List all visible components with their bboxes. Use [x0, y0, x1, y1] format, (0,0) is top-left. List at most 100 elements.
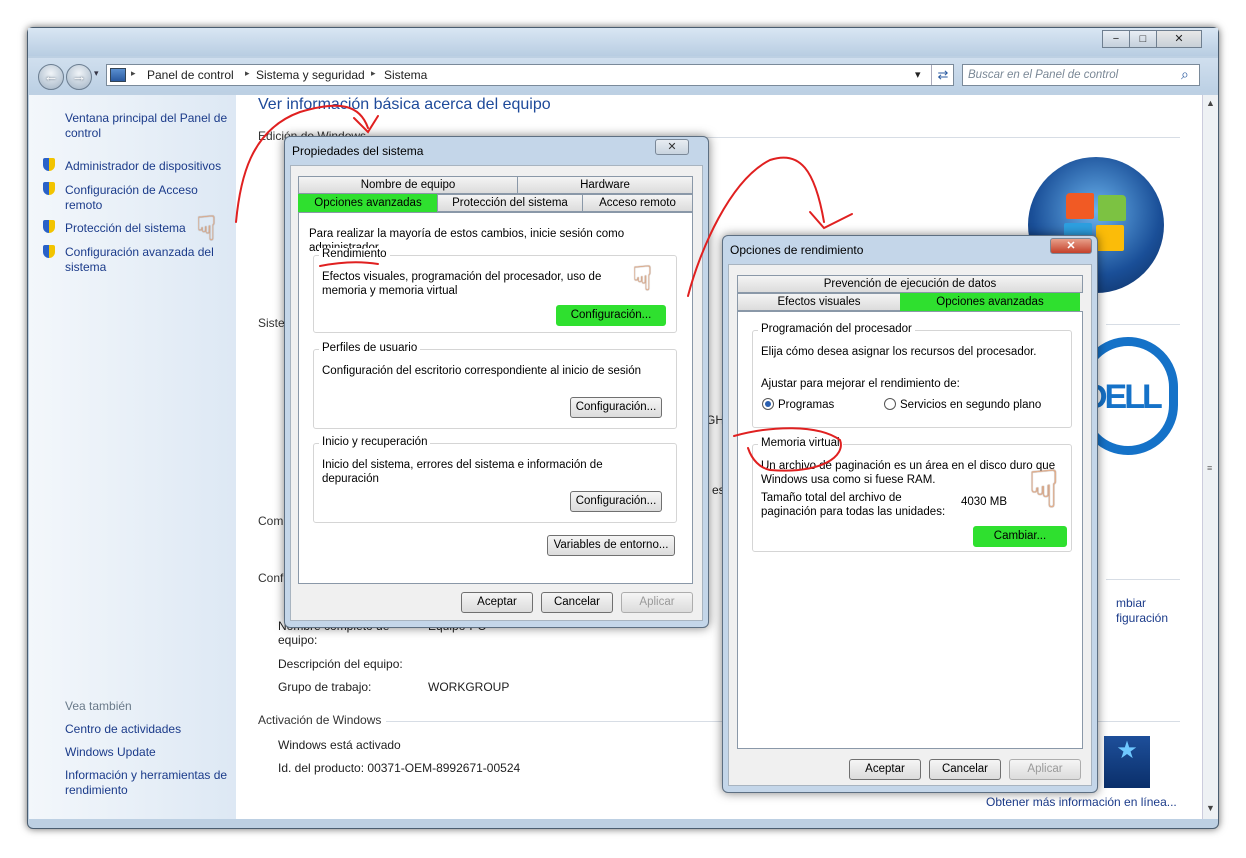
shield-icon — [43, 158, 55, 171]
processor-scheduling-description: Elija cómo desea asignar los recursos de… — [761, 346, 1037, 358]
section-system-partial: Siste — [258, 316, 285, 330]
see-also-action-center[interactable]: Centro de actividades — [65, 722, 235, 737]
pointing-hand-icon: ☟ — [1028, 461, 1060, 519]
tab-opciones-avanzadas[interactable]: Opciones avanzadas — [900, 293, 1080, 311]
divider — [1106, 324, 1180, 325]
environment-variables-button[interactable]: Variables de entorno... — [547, 535, 675, 556]
see-also-performance-tools[interactable]: Información y herramientas de rendimient… — [65, 768, 235, 798]
tab-hardware[interactable]: Hardware — [517, 176, 693, 194]
forward-icon[interactable]: → — [66, 64, 92, 90]
change-button[interactable]: Cambiar... — [973, 526, 1067, 547]
tab-proteccion-del-sistema[interactable]: Protección del sistema — [437, 194, 583, 212]
tab-efectos-visuales[interactable]: Efectos visuales — [737, 293, 901, 311]
background-services-radio[interactable] — [884, 398, 896, 410]
navigation-bar: ← → ▾ ▸ Panel de control ▸ Sistema y seg… — [28, 58, 1218, 92]
change-settings-link-partial-2[interactable]: figuración — [1116, 611, 1168, 626]
paging-total-value: 4030 MB — [961, 496, 1008, 508]
startup-recovery-group: Inicio y recuperación Inicio del sistema… — [313, 436, 677, 523]
section-computer-partial: Com — [258, 514, 284, 528]
performance-group: Rendimiento Efectos visuales, programaci… — [313, 248, 677, 333]
programs-radio[interactable] — [762, 398, 774, 410]
change-settings-link-partial[interactable]: mbiar — [1116, 596, 1146, 611]
tab-nombre-de-equipo[interactable]: Nombre de equipo — [298, 176, 518, 194]
dialog-body: Nombre de equipo Hardware Opciones avanz… — [290, 165, 703, 621]
performance-description: Efectos visuales, programación del proce… — [322, 271, 602, 297]
background-services-radio-label[interactable]: Servicios en segundo plano — [900, 398, 1041, 412]
breadcrumb-arrow-icon: ▸ — [245, 68, 250, 78]
section-activation: Activación de Windows — [258, 713, 382, 727]
performance-heading: Rendimiento — [319, 248, 390, 260]
address-dropdown-icon[interactable]: ▾ — [915, 68, 921, 81]
minimize-button[interactable]: − — [1102, 30, 1130, 48]
divider — [1106, 579, 1180, 580]
virtual-memory-group: Memoria virtual Un archivo de paginación… — [752, 437, 1072, 552]
back-icon[interactable]: ← — [38, 64, 64, 90]
shield-icon — [43, 182, 55, 195]
workgroup-label: Grupo de trabajo: — [278, 680, 372, 694]
dialog-body: Prevención de ejecución de datos Efectos… — [728, 264, 1092, 786]
startup-recovery-heading: Inicio y recuperación — [319, 436, 431, 448]
see-also-windows-update[interactable]: Windows Update — [65, 745, 235, 760]
search-icon[interactable]: ⌕ — [1181, 66, 1189, 83]
apply-button[interactable]: Aplicar — [1009, 759, 1081, 780]
processor-scheduling-group: Programación del procesador Elija cómo d… — [752, 323, 1072, 428]
product-id: Id. del producto: 00371-OEM-8992671-0052… — [278, 761, 521, 775]
breadcrumb-arrow-icon: ▸ — [371, 68, 376, 78]
sidebar-item-device-manager[interactable]: Administrador de dispositivos — [65, 159, 235, 174]
page-title: Ver información básica acerca del equipo — [258, 96, 551, 113]
activation-status: Windows está activado — [278, 738, 401, 752]
user-profiles-heading: Perfiles de usuario — [319, 342, 421, 354]
more-info-link[interactable]: Obtener más información en línea... — [986, 795, 1177, 810]
recent-pages-icon[interactable]: ▾ — [94, 68, 99, 79]
pointing-hand-icon: ☟ — [196, 210, 217, 248]
control-panel-icon — [110, 68, 126, 82]
advanced-options-pane: Programación del procesador Elija cómo d… — [737, 311, 1083, 749]
description-label: Descripción del equipo: — [278, 657, 403, 671]
address-bar[interactable]: ▸ Panel de control ▸ Sistema y seguridad… — [106, 64, 954, 86]
shield-icon — [43, 220, 55, 233]
title-bar[interactable]: − □ ✕ — [28, 28, 1218, 56]
ok-button[interactable]: Aceptar — [849, 759, 921, 780]
section-config-partial: Conf — [258, 571, 284, 585]
tab-acceso-remoto[interactable]: Acceso remoto — [582, 194, 693, 212]
sidebar-item-advanced-settings[interactable]: Configuración avanzada del sistema — [65, 245, 233, 275]
startup-recovery-description: Inicio del sistema, errores del sistema … — [322, 459, 603, 485]
breadcrumb-arrow-icon: ▸ — [131, 68, 136, 78]
refresh-icon[interactable]: ⇄ — [931, 65, 954, 85]
main-scrollbar[interactable]: ▲ ▼ ≡ — [1202, 95, 1218, 819]
user-profiles-group: Perfiles de usuario Configuración del es… — [313, 342, 677, 429]
close-button[interactable]: ✕ — [1156, 30, 1202, 48]
tab-opciones-avanzadas[interactable]: Opciones avanzadas — [298, 194, 438, 212]
search-placeholder: Buscar en el Panel de control — [968, 69, 1119, 81]
ok-button[interactable]: Aceptar — [461, 592, 533, 613]
pointing-hand-icon: ☟ — [632, 260, 653, 298]
programs-radio-label[interactable]: Programas — [778, 398, 834, 412]
dialog-title: Opciones de rendimiento — [730, 243, 864, 257]
workgroup-value: WORKGROUP — [428, 680, 510, 694]
genuine-badge-icon: ★ — [1104, 736, 1150, 788]
virtual-memory-description: Un archivo de paginación es un área en e… — [761, 460, 1056, 486]
tab-prevencion-ejecucion[interactable]: Prevención de ejecución de datos — [737, 275, 1083, 293]
performance-config-button[interactable]: Configuración... — [556, 305, 666, 326]
dialog-title: Propiedades del sistema — [292, 144, 424, 158]
breadcrumb-sistema-y-seguridad[interactable]: Sistema y seguridad — [256, 68, 365, 82]
processor-scheduling-heading: Programación del procesador — [758, 323, 915, 335]
virtual-memory-heading: Memoria virtual — [758, 437, 843, 449]
left-navigation-pane: Ventana principal del Panel de control A… — [29, 95, 236, 819]
apply-button[interactable]: Aplicar — [621, 592, 693, 613]
cancel-button[interactable]: Cancelar — [541, 592, 613, 613]
user-profiles-config-button[interactable]: Configuración... — [570, 397, 662, 418]
sidebar-home-link[interactable]: Ventana principal del Panel de control — [65, 111, 233, 141]
breadcrumb-sistema[interactable]: Sistema — [384, 68, 427, 82]
search-input[interactable]: Buscar en el Panel de control ⌕ — [962, 64, 1200, 86]
startup-recovery-config-button[interactable]: Configuración... — [570, 491, 662, 512]
sidebar-item-remote-access[interactable]: Configuración de Acceso remoto — [65, 183, 215, 213]
close-icon[interactable]: ✕ — [1050, 238, 1092, 254]
see-also-heading: Vea también — [65, 699, 132, 713]
system-properties-dialog: Propiedades del sistema ✕ Nombre de equi… — [284, 136, 709, 628]
cancel-button[interactable]: Cancelar — [929, 759, 1001, 780]
maximize-button[interactable]: □ — [1129, 30, 1157, 48]
breadcrumb-panel-de-control[interactable]: Panel de control — [147, 68, 234, 82]
adjust-label: Ajustar para mejorar el rendimiento de: — [761, 378, 960, 390]
close-icon[interactable]: ✕ — [655, 139, 689, 155]
